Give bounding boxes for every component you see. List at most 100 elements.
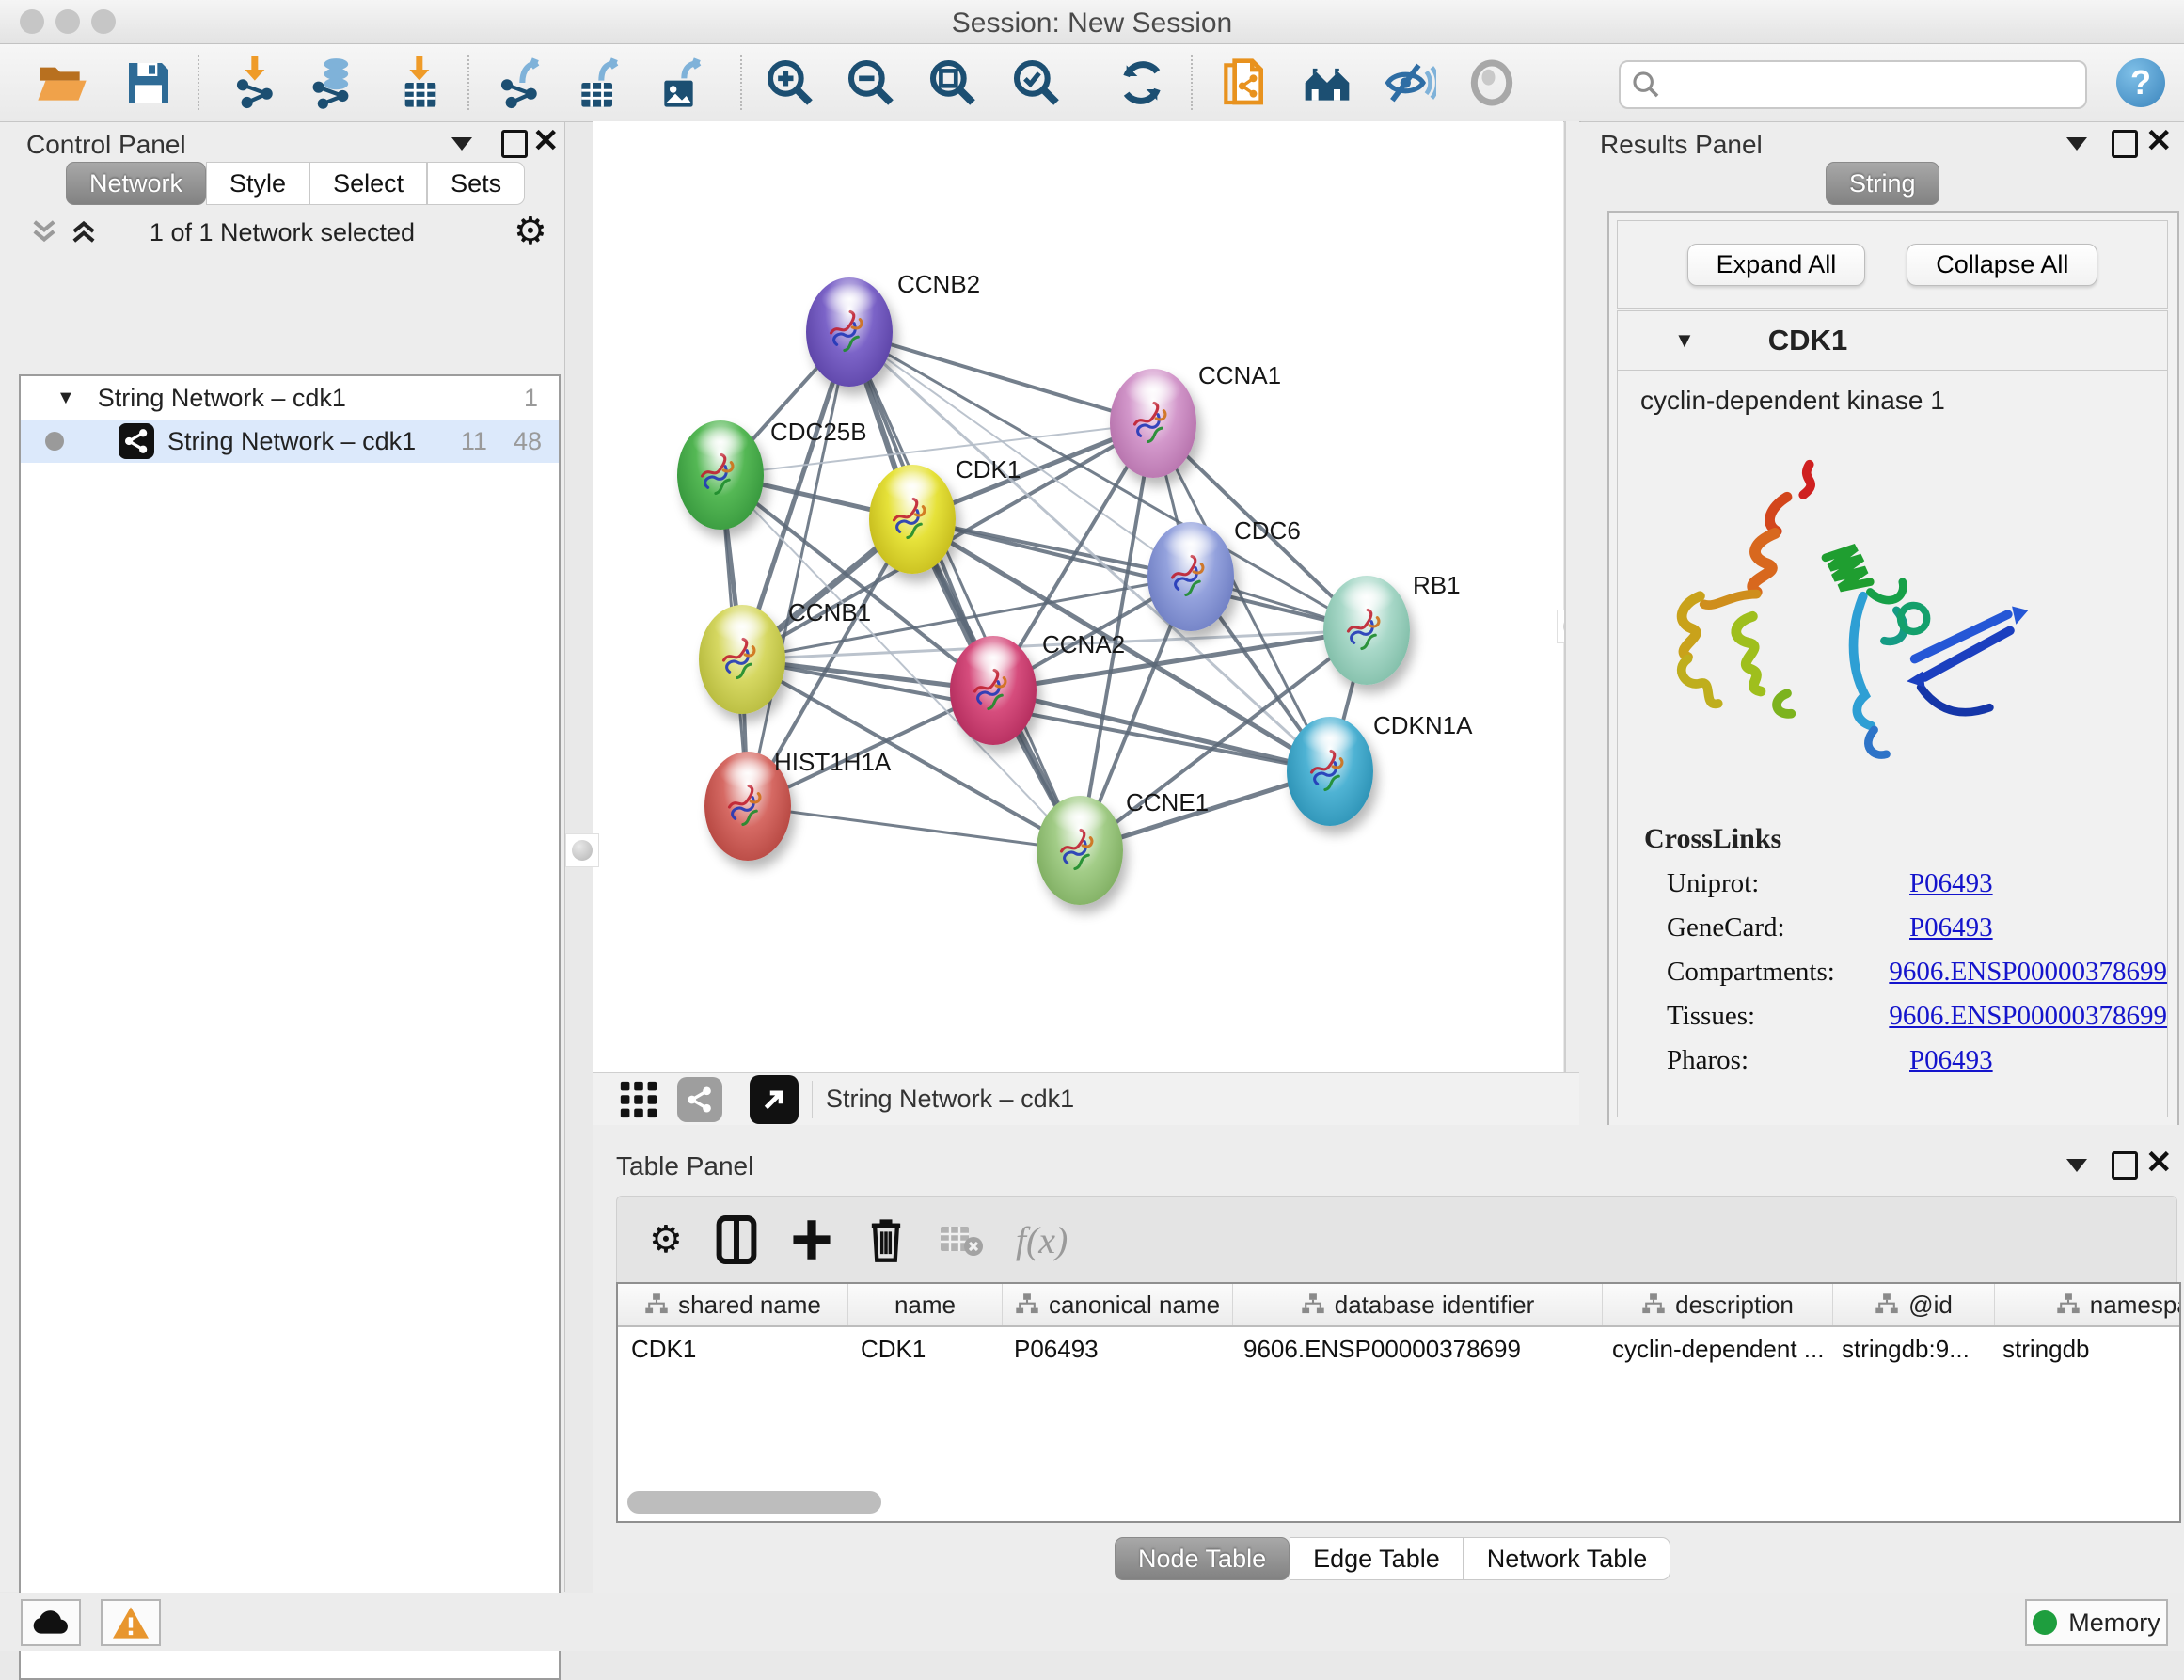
column-header-namespace[interactable]: namespace: [1995, 1284, 2181, 1325]
network-view-type-icon[interactable]: [677, 1077, 722, 1122]
crosslink-link[interactable]: 9606.ENSP00000378699: [1889, 957, 2167, 988]
expand-all-icon[interactable]: [68, 214, 100, 248]
table-row[interactable]: CDK1CDK1P064939606.ENSP00000378699cyclin…: [618, 1327, 2179, 1371]
network-node-RB1[interactable]: [1323, 576, 1410, 685]
column-header-shared-name[interactable]: shared name: [618, 1284, 848, 1325]
warning-status-button[interactable]: [101, 1599, 161, 1646]
grid-mode-icon[interactable]: [617, 1078, 660, 1121]
network-options-gear-icon[interactable]: ⚙: [514, 213, 547, 250]
network-node-CCNE1[interactable]: [1037, 796, 1123, 905]
zoom-selected-icon[interactable]: [1010, 56, 1063, 109]
table-panel-menu-icon[interactable]: [2066, 1159, 2087, 1172]
add-column-icon[interactable]: [790, 1215, 833, 1264]
expand-all-button[interactable]: Expand All: [1687, 244, 1866, 286]
table-panel-close-icon[interactable]: ✕: [2145, 1149, 2173, 1176]
node-gloss: [884, 470, 941, 502]
network-node-CCNB2[interactable]: [806, 277, 893, 387]
hide-selected-icon[interactable]: [1384, 56, 1436, 109]
show-hidden-icon[interactable]: [1465, 56, 1518, 109]
help-button[interactable]: ?: [2116, 58, 2165, 107]
zoom-out-icon[interactable]: [845, 56, 897, 109]
toolbar-separator: [467, 55, 469, 110]
column-header--id[interactable]: @id: [1833, 1284, 1995, 1325]
results-panel-close-icon[interactable]: ✕: [2145, 128, 2173, 154]
tab-network-table[interactable]: Network Table: [1464, 1537, 1671, 1580]
control-panel-close-icon[interactable]: ✕: [532, 128, 560, 154]
crosslink-link[interactable]: P06493: [1909, 868, 1993, 899]
apply-preferred-layout-icon[interactable]: [1116, 56, 1168, 109]
tab-select[interactable]: Select: [309, 162, 427, 205]
network-canvas[interactable]: CCNB2 CCNA1 CDC25B CDK1 CDC6 RB1 CCNB1 C…: [593, 121, 1563, 1072]
control-panel-float-icon[interactable]: [501, 130, 528, 158]
results-panel-menu-icon[interactable]: [2066, 137, 2087, 151]
column-header-database-identifier[interactable]: database identifier: [1233, 1284, 1603, 1325]
crosslink-link[interactable]: 9606.ENSP00000378699: [1889, 1001, 2167, 1032]
network-node-CDC6[interactable]: [1147, 522, 1234, 631]
table-horizontal-scrollbar[interactable]: [627, 1491, 881, 1514]
node-gloss: [965, 642, 1021, 674]
crosslink-label: Compartments:: [1667, 957, 1889, 988]
import-network-database-icon[interactable]: [308, 56, 360, 109]
function-builder-icon[interactable]: f(x): [1016, 1218, 1068, 1262]
export-image-icon[interactable]: [656, 56, 708, 109]
crosslink-link[interactable]: P06493: [1909, 1045, 1993, 1076]
control-panel-menu-icon[interactable]: [451, 137, 472, 151]
network-edge[interactable]: [748, 332, 849, 806]
share-document-icon[interactable]: [1217, 56, 1270, 109]
tab-string[interactable]: String: [1826, 162, 1939, 205]
network-node-CDC25B[interactable]: [677, 420, 764, 530]
collapse-all-button[interactable]: Collapse All: [1907, 244, 2097, 286]
cloud-icon: [32, 1609, 70, 1637]
table-options-gear-icon[interactable]: ⚙: [649, 1221, 683, 1259]
column-header-canonical-name[interactable]: canonical name: [1003, 1284, 1233, 1325]
zoom-in-icon[interactable]: [764, 56, 816, 109]
column-header-name[interactable]: name: [848, 1284, 1003, 1325]
search-icon: [1630, 69, 1662, 101]
network-node-CDKN1A[interactable]: [1287, 717, 1373, 826]
cloud-status-button[interactable]: [21, 1599, 81, 1646]
tab-edge-table[interactable]: Edge Table: [1290, 1537, 1464, 1580]
network-node-CDK1[interactable]: [869, 465, 956, 574]
open-session-icon[interactable]: [36, 56, 88, 109]
export-network-icon[interactable]: [494, 56, 546, 109]
network-node-CCNA2[interactable]: [950, 636, 1037, 745]
collection-expand-icon[interactable]: ▼: [56, 388, 75, 409]
tab-node-table[interactable]: Node Table: [1115, 1537, 1290, 1580]
toolbar-separator: [1191, 55, 1193, 110]
network-collection-row[interactable]: ▼ String Network – cdk1 1: [21, 376, 559, 420]
string-results-box: Expand All Collapse All ▼ CDK1 cyclin-de…: [1607, 211, 2179, 1129]
collapse-all-icon[interactable]: [28, 214, 60, 248]
tab-style[interactable]: Style: [206, 162, 309, 205]
network-name: String Network – cdk1: [167, 427, 416, 456]
network-current-dot-icon: [45, 432, 64, 451]
results-panel-float-icon[interactable]: [2112, 130, 2138, 158]
node-label: CDKN1A: [1373, 711, 1472, 740]
network-row[interactable]: String Network – cdk1 11 48: [21, 420, 559, 463]
import-table-file-icon[interactable]: [394, 56, 447, 109]
column-visibility-icon[interactable]: [715, 1215, 758, 1264]
save-session-icon[interactable]: [122, 56, 175, 109]
detach-view-icon[interactable]: [750, 1075, 799, 1124]
delete-column-icon[interactable]: [865, 1215, 907, 1264]
delete-table-icon[interactable]: [939, 1219, 984, 1260]
table-toolbar: ⚙ f(x): [616, 1196, 2177, 1284]
gene-collapse-icon[interactable]: ▼: [1674, 328, 1695, 353]
tab-sets[interactable]: Sets: [427, 162, 525, 205]
network-edge[interactable]: [748, 806, 1080, 850]
memory-button[interactable]: Memory: [2025, 1599, 2168, 1646]
network-node-CCNB1[interactable]: [699, 605, 785, 714]
network-node-CCNA1[interactable]: [1110, 369, 1196, 478]
import-network-file-icon[interactable]: [229, 56, 282, 109]
left-splitter-handle[interactable]: [565, 833, 599, 867]
crosslink-link[interactable]: P06493: [1909, 912, 1993, 943]
network-edge[interactable]: [849, 332, 1153, 423]
export-table-icon[interactable]: [573, 56, 625, 109]
gene-header-row[interactable]: ▼ CDK1: [1618, 311, 2167, 371]
column-header-description[interactable]: description: [1603, 1284, 1833, 1325]
table-panel-float-icon[interactable]: [2112, 1151, 2138, 1180]
first-neighbors-icon[interactable]: [1301, 56, 1353, 109]
search-input[interactable]: [1671, 70, 2085, 101]
search-box[interactable]: [1619, 60, 2087, 109]
zoom-fit-icon[interactable]: [926, 56, 979, 109]
tab-network[interactable]: Network: [66, 162, 206, 205]
